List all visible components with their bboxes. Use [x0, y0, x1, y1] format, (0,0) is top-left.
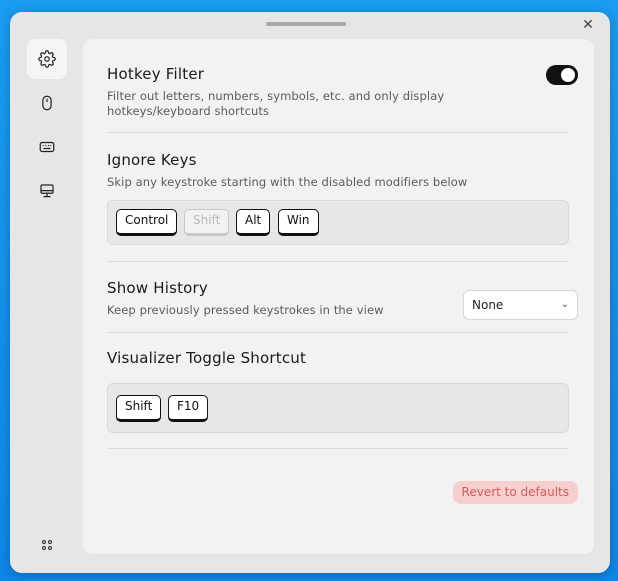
apps-grid-icon — [41, 539, 53, 551]
divider — [107, 448, 569, 449]
close-button[interactable]: ✕ — [580, 17, 596, 33]
sidebar-item-mouse[interactable] — [27, 83, 67, 123]
sidebar-item-keyboard[interactable] — [27, 127, 67, 167]
toggle-shortcut-section: Visualizer Toggle Shortcut — [107, 349, 569, 367]
show-history-select[interactable]: None ⌄ — [463, 290, 578, 320]
settings-panel: Hotkey Filter Filter out letters, number… — [83, 39, 594, 554]
divider — [107, 332, 569, 333]
ignore-keys-section: Ignore Keys Skip any keystroke starting … — [107, 151, 569, 190]
show-history-selected-value: None — [472, 298, 504, 312]
ignore-keys-box: Control Shift Alt Win — [107, 200, 569, 245]
divider — [107, 261, 569, 262]
ignore-keys-description: Skip any keystroke starting with the dis… — [107, 175, 468, 189]
chevron-down-icon: ⌄ — [560, 299, 569, 310]
divider — [107, 132, 569, 133]
key-alt[interactable]: Alt — [236, 209, 271, 236]
key-win[interactable]: Win — [278, 209, 319, 236]
hotkey-filter-toggle[interactable] — [546, 65, 578, 85]
toggle-shortcut-box[interactable]: Shift F10 — [107, 383, 569, 433]
sidebar — [27, 39, 67, 569]
drag-handle[interactable] — [266, 22, 346, 26]
revert-to-defaults-button[interactable]: Revert to defaults — [452, 481, 578, 504]
hotkey-filter-section: Hotkey Filter Filter out letters, number… — [107, 65, 569, 119]
sidebar-apps-button[interactable] — [27, 525, 67, 565]
hotkey-filter-description: Filter out letters, numbers, symbols, et… — [107, 89, 445, 118]
key-f10: F10 — [168, 395, 209, 422]
key-shift: Shift — [116, 395, 162, 422]
ignore-keys-title: Ignore Keys — [107, 151, 197, 169]
keyboard-icon — [39, 141, 55, 153]
toggle-knob — [561, 68, 575, 82]
key-control[interactable]: Control — [116, 209, 178, 236]
monitor-icon — [40, 184, 54, 198]
gear-icon — [38, 50, 56, 68]
mouse-icon — [42, 95, 52, 111]
hotkey-filter-title: Hotkey Filter — [107, 65, 205, 83]
sidebar-item-display[interactable] — [27, 171, 67, 211]
toggle-shortcut-title: Visualizer Toggle Shortcut — [107, 349, 307, 367]
key-shift[interactable]: Shift — [184, 209, 230, 236]
sidebar-item-general[interactable] — [27, 39, 67, 79]
settings-window: ✕ Hotkey Filter Filter out letters, numb… — [10, 12, 610, 573]
